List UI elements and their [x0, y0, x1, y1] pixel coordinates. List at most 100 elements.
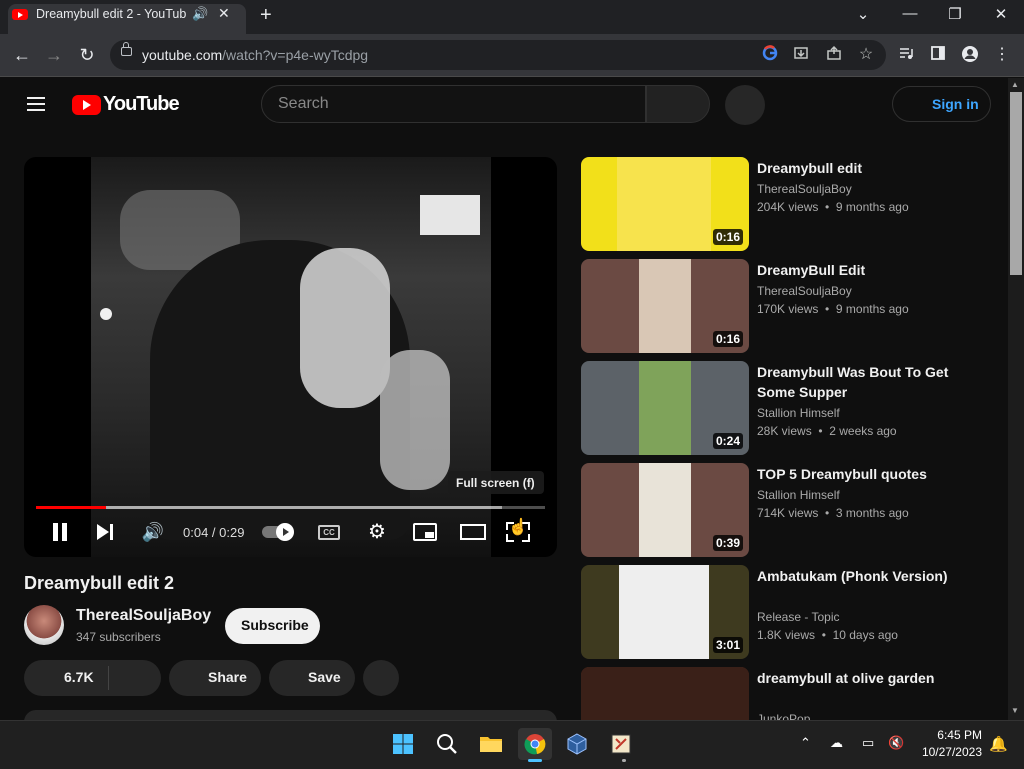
- share-label: Share: [208, 669, 247, 685]
- channel-avatar[interactable]: [24, 605, 64, 645]
- youtube-logo-text[interactable]: YouTube: [103, 93, 180, 116]
- voice-search-button[interactable]: [725, 85, 765, 125]
- rec-title[interactable]: Dreamybull Was Bout To Get Some Supper: [757, 362, 957, 402]
- active-app-indicator: [528, 759, 542, 762]
- clock-time[interactable]: 6:45 PM: [930, 728, 982, 742]
- next-video-button[interactable]: [94, 520, 118, 544]
- minimize-button[interactable]: —: [895, 5, 925, 22]
- rec-duration: 0:39: [712, 535, 743, 551]
- rec-title[interactable]: Ambatukam (Phonk Version): [757, 566, 957, 586]
- chrome-menu-icon[interactable]: ⋮: [992, 45, 1012, 65]
- rec-meta: 1.8K views • 10 days ago: [757, 628, 898, 642]
- weather-cloud-icon[interactable]: ☁: [830, 735, 843, 751]
- lock-icon[interactable]: [121, 42, 132, 56]
- save-label: Save: [308, 669, 341, 685]
- tab-close-icon[interactable]: ✕: [218, 5, 230, 22]
- progress-played: [36, 506, 106, 509]
- tab-search-chevron-icon[interactable]: ⌄: [848, 5, 878, 23]
- url-text[interactable]: youtube.com/watch?v=p4e-wyTcdpg: [142, 47, 368, 63]
- volume-icon[interactable]: 🔊: [141, 520, 165, 544]
- rec-duration: 0:16: [712, 229, 743, 245]
- sign-in-label: Sign in: [932, 96, 979, 112]
- rec-thumbnail[interactable]: 0:24: [581, 361, 749, 455]
- rec-title[interactable]: DreamyBull Edit: [757, 260, 957, 280]
- url-path: /watch?v=p4e-wyTcdpg: [222, 47, 369, 63]
- clock-date[interactable]: 10/27/2023: [916, 745, 982, 759]
- rec-thumbnail-image: [639, 259, 691, 353]
- rec-channel[interactable]: Release - Topic: [757, 610, 840, 624]
- subscribe-label: Subscribe: [241, 617, 309, 633]
- scroll-up-arrow-icon[interactable]: ▲: [1011, 80, 1019, 89]
- file-explorer-icon[interactable]: [474, 728, 508, 760]
- rec-channel[interactable]: TherealSouljaBoy: [757, 284, 852, 298]
- rec-thumbnail[interactable]: 0:16: [581, 259, 749, 353]
- rec-duration: 0:16: [712, 331, 743, 347]
- rec-channel[interactable]: Stallion Himself: [757, 406, 840, 420]
- chrome-taskbar-icon[interactable]: [518, 728, 552, 760]
- captions-button[interactable]: CC: [318, 525, 340, 540]
- tab-title: Dreamybull edit 2 - YouTube: [36, 7, 186, 21]
- theater-mode-button[interactable]: [460, 524, 486, 540]
- rec-thumbnail[interactable]: 0:16: [581, 157, 749, 251]
- rec-thumbnail-image: [639, 463, 691, 557]
- autoplay-play-icon[interactable]: [276, 523, 294, 541]
- media-control-icon[interactable]: [896, 45, 916, 65]
- rec-meta: 714K views • 3 months ago: [757, 506, 909, 520]
- menu-icon[interactable]: [27, 97, 45, 111]
- url-host: youtube.com: [142, 47, 223, 63]
- rec-title[interactable]: Dreamybull edit: [757, 158, 957, 178]
- network-icon[interactable]: ▭: [862, 735, 874, 751]
- share-page-icon[interactable]: [824, 45, 844, 65]
- search-icon[interactable]: [430, 728, 464, 760]
- rec-channel[interactable]: TherealSouljaBoy: [757, 182, 852, 196]
- app-icon[interactable]: [604, 728, 638, 760]
- back-button[interactable]: ←: [10, 43, 34, 67]
- scrollbar-thumb[interactable]: [1010, 92, 1022, 275]
- rec-thumbnail-image: [619, 565, 709, 659]
- google-icon[interactable]: [760, 45, 780, 65]
- more-actions-button[interactable]: [363, 660, 399, 696]
- rec-duration: 3:01: [712, 637, 743, 653]
- rec-thumbnail[interactable]: 0:39: [581, 463, 749, 557]
- tooltip-text: Full screen (f): [456, 476, 535, 490]
- forward-button[interactable]: →: [42, 43, 66, 67]
- rec-title[interactable]: TOP 5 Dreamybull quotes: [757, 464, 957, 484]
- maximize-button[interactable]: ❐: [940, 5, 970, 23]
- profile-icon[interactable]: [960, 45, 980, 65]
- settings-gear-icon[interactable]: ⚙: [365, 520, 389, 544]
- time-display: 0:04 / 0:29: [183, 525, 245, 540]
- video-frame-detail: [380, 350, 450, 490]
- youtube-logo-icon[interactable]: [72, 95, 101, 115]
- rec-thumbnail-image: [639, 361, 691, 455]
- search-button[interactable]: [646, 85, 710, 123]
- video-frame-detail: [420, 195, 480, 235]
- like-count: 6.7K: [64, 669, 94, 685]
- rec-meta: 28K views • 2 weeks ago: [757, 424, 897, 438]
- search-placeholder: Search: [278, 95, 329, 112]
- miniplayer-button[interactable]: [413, 523, 437, 541]
- volume-muted-icon[interactable]: 🔇: [888, 735, 904, 751]
- windows-start-icon[interactable]: [386, 728, 420, 760]
- speaker-icon[interactable]: 🔊: [192, 6, 208, 22]
- new-tab-button[interactable]: +: [260, 5, 272, 25]
- rec-meta: 204K views • 9 months ago: [757, 200, 909, 214]
- side-panel-icon[interactable]: [928, 45, 948, 65]
- pause-button[interactable]: [48, 520, 72, 544]
- bookmark-star-icon[interactable]: ☆: [856, 45, 876, 65]
- notification-bell-icon[interactable]: 🔔: [989, 735, 1008, 753]
- install-app-icon[interactable]: [791, 45, 811, 65]
- channel-name[interactable]: TherealSouljaBoy: [76, 607, 211, 625]
- close-window-button[interactable]: ✕: [986, 5, 1016, 23]
- open-app-indicator: [622, 759, 626, 762]
- rec-thumbnail[interactable]: 3:01: [581, 565, 749, 659]
- rec-channel[interactable]: Stallion Himself: [757, 488, 840, 502]
- video-frame-detail: [300, 248, 390, 408]
- hand-cursor-icon: ☝: [508, 519, 528, 536]
- subscriber-count: 347 subscribers: [76, 630, 161, 644]
- reload-button[interactable]: ↻: [75, 43, 99, 67]
- rec-title[interactable]: dreamybull at olive garden: [757, 668, 957, 688]
- virtualbox-icon[interactable]: [560, 728, 594, 760]
- rec-thumbnail-image: [617, 157, 711, 251]
- show-hidden-icons-chevron-icon[interactable]: ⌃: [800, 735, 811, 751]
- scroll-down-arrow-icon[interactable]: ▼: [1011, 706, 1019, 715]
